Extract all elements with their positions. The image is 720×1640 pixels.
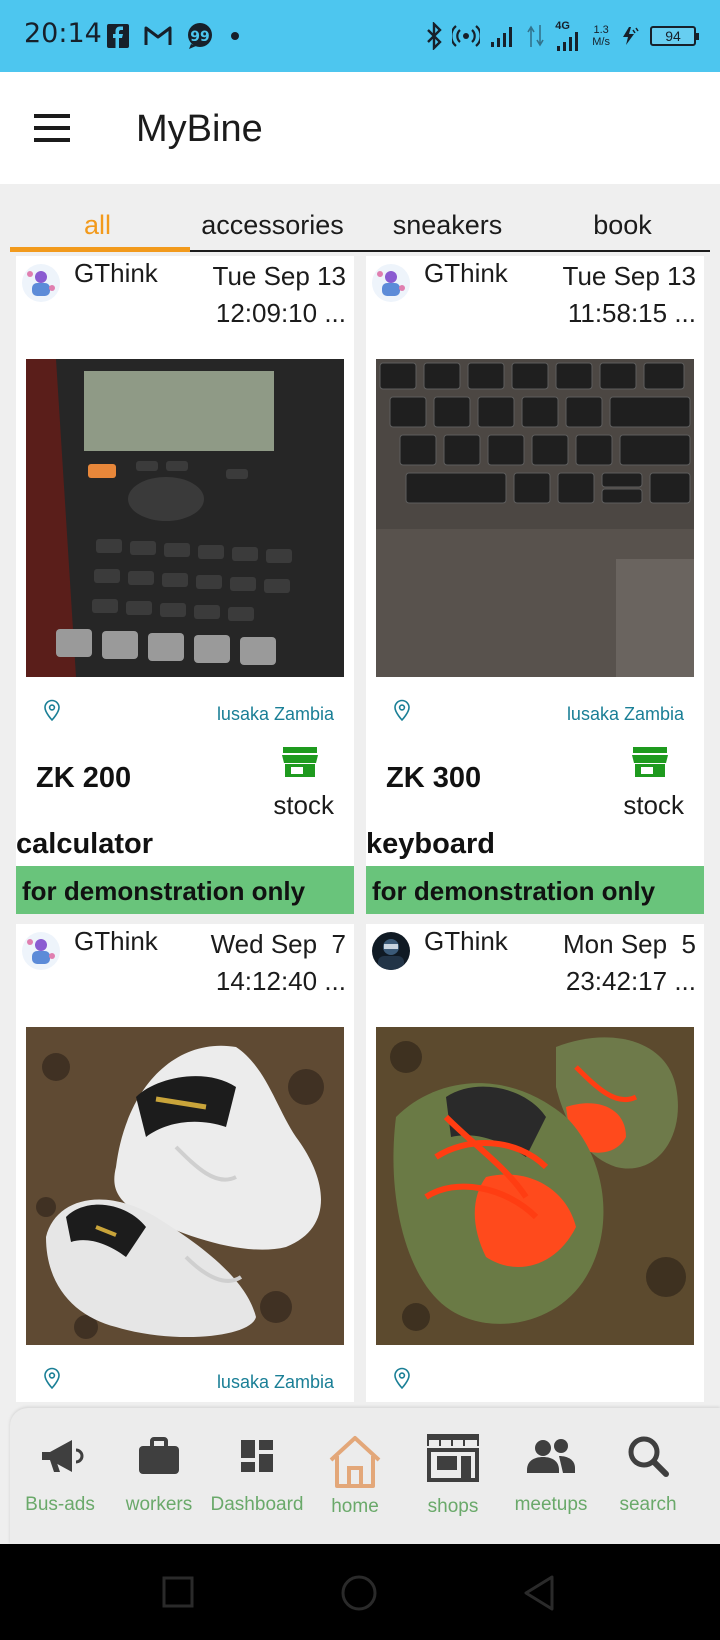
bottom-nav: Bus-ads workers Dashboard home shops mee…	[10, 1408, 720, 1544]
signal-icon-secondary	[527, 25, 544, 47]
home-button-icon[interactable]	[340, 1574, 378, 1612]
post-date: Mon Sep 5 23:42:17 ...	[563, 929, 696, 996]
nav-meetups[interactable]: meetups	[501, 1432, 601, 1516]
demo-banner: for demonstration only	[366, 866, 704, 914]
category-tabs: all accessories sneakers book	[10, 202, 710, 252]
dashboard-icon	[241, 1440, 273, 1472]
location-text: lusaka Zambia	[216, 704, 334, 724]
location-text: lusaka Zambia	[566, 704, 684, 724]
network-speed: 1.3 M/s	[592, 24, 610, 48]
nav-dashboard[interactable]: Dashboard	[207, 1432, 307, 1516]
avatar[interactable]	[372, 264, 410, 302]
seller-name[interactable]: GThink	[424, 926, 508, 957]
tab-all[interactable]: all	[10, 202, 190, 252]
post-date: Tue Sep 13 12:09:10 ...	[212, 261, 346, 328]
tab-book[interactable]: book	[535, 202, 710, 250]
people-icon	[527, 1439, 575, 1473]
home-icon	[329, 1436, 381, 1488]
location-pin-icon	[394, 699, 410, 722]
seller-name[interactable]: GThink	[424, 258, 508, 289]
charging-icon	[623, 27, 639, 45]
tab-accessories[interactable]: accessories	[185, 202, 360, 250]
svg-text:99: 99	[190, 29, 209, 45]
system-nav-bar	[0, 1544, 720, 1640]
demo-banner: for demonstration only	[16, 866, 354, 914]
hamburger-menu-icon[interactable]	[34, 114, 70, 142]
chat-bubble-icon: 99	[188, 23, 212, 49]
product-card-calculator[interactable]: GThink Tue Sep 13 12:09:10 ... lusaka Za…	[16, 256, 354, 914]
product-grid: GThink Tue Sep 13 12:09:10 ... lusaka Za…	[16, 256, 704, 1402]
megaphone-icon	[42, 1440, 84, 1472]
bluetooth-icon	[427, 22, 442, 50]
battery-icon: 94	[650, 26, 699, 46]
avatar[interactable]	[372, 932, 410, 970]
price: ZK 300	[386, 762, 482, 794]
nav-bus-ads[interactable]: Bus-ads	[10, 1432, 110, 1516]
avatar[interactable]	[22, 932, 60, 970]
location-text: lusaka Zambia	[216, 1372, 334, 1392]
price: ZK 200	[36, 762, 132, 794]
nav-search[interactable]: search	[598, 1432, 698, 1516]
nav-workers[interactable]: workers	[109, 1432, 209, 1516]
product-card-white-sneakers[interactable]: GThink Wed Sep 7 14:12:40 ... lusaka Zamb…	[16, 924, 354, 1402]
app-bar: MyBine	[0, 72, 720, 184]
product-card-keyboard[interactable]: GThink Tue Sep 13 11:58:15 ... lusaka Zam…	[366, 256, 704, 914]
back-icon[interactable]	[522, 1574, 556, 1612]
seller-name[interactable]: GThink	[74, 926, 158, 957]
avatar[interactable]	[22, 264, 60, 302]
calculator-photo[interactable]	[26, 359, 344, 677]
search-icon	[628, 1436, 669, 1477]
dot-icon	[231, 32, 239, 40]
seller-name[interactable]: GThink	[74, 258, 158, 289]
nav-shops[interactable]: shops	[403, 1432, 503, 1518]
location-pin-icon	[44, 1367, 60, 1390]
status-time: 20:14	[24, 18, 102, 49]
store-icon	[632, 747, 668, 777]
status-bar: 20:14 99 4G 1.3 M/s 94	[0, 0, 720, 72]
white-sneakers-photo[interactable]	[26, 1027, 344, 1345]
store-icon	[282, 747, 318, 777]
green-orange-sneakers-photo[interactable]	[376, 1027, 694, 1345]
product-card-green-orange-sneakers[interactable]: GThink Mon Sep 5 23:42:17 ...	[366, 924, 704, 1402]
storefront-icon	[427, 1434, 479, 1482]
location-pin-icon	[394, 1367, 410, 1390]
post-date: Tue Sep 13 11:58:15 ...	[562, 261, 696, 328]
recent-apps-icon[interactable]	[162, 1576, 194, 1608]
briefcase-icon	[139, 1437, 179, 1474]
gmail-icon	[144, 26, 172, 45]
product-name[interactable]: keyboard	[366, 828, 495, 861]
stock-label: stock	[623, 790, 684, 820]
stock-label: stock	[273, 790, 334, 820]
hotspot-icon	[452, 25, 481, 47]
signal-strength-icon	[557, 31, 579, 51]
location-pin-icon	[44, 699, 60, 722]
tab-sneakers[interactable]: sneakers	[360, 202, 535, 250]
facebook-icon	[107, 24, 129, 48]
product-name[interactable]: calculator	[16, 828, 153, 861]
keyboard-photo[interactable]	[376, 359, 694, 677]
signal-icon	[491, 27, 513, 47]
post-date: Wed Sep 7 14:12:40 ...	[210, 929, 346, 996]
network-type: 4G	[555, 19, 570, 32]
app-title: MyBine	[136, 108, 263, 150]
nav-home[interactable]: home	[305, 1432, 405, 1518]
